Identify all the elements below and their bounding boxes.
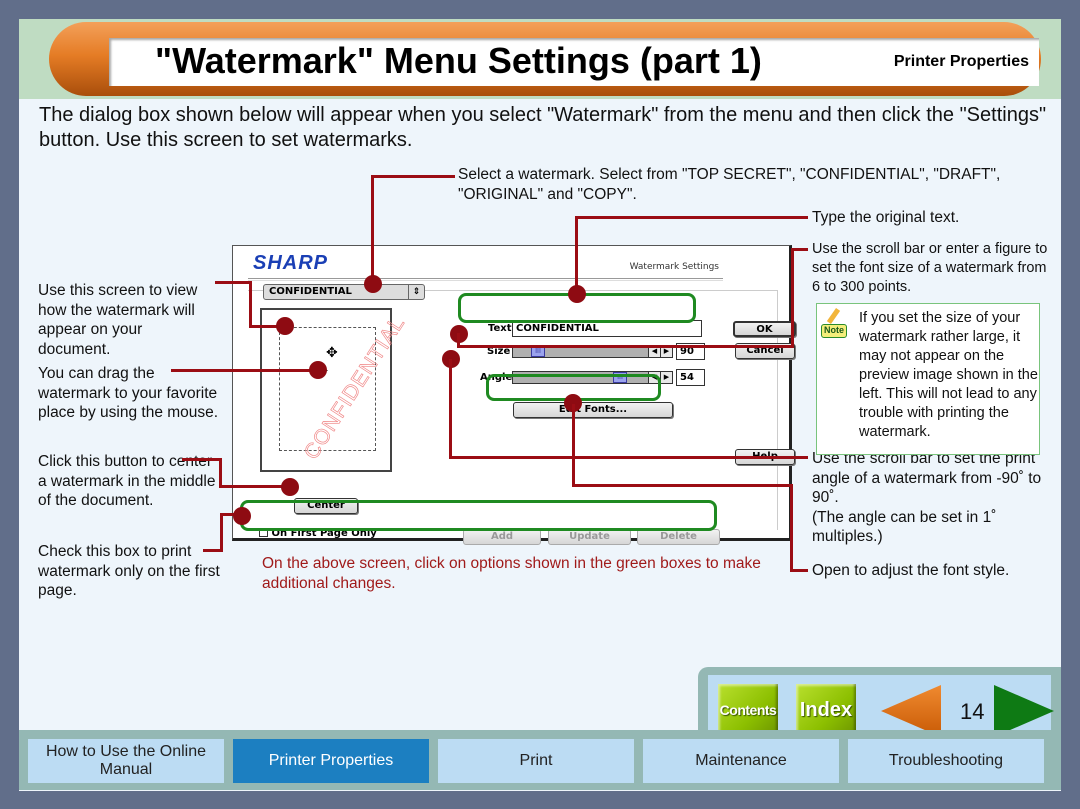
angle-input[interactable]: 54 (676, 369, 705, 386)
tab-printer-properties[interactable]: Printer Properties (233, 739, 429, 783)
callout-angle: Use the scroll bar to set the print angl… (812, 449, 1047, 547)
header-pill: "Watermark" Menu Settings (part 1) Print… (49, 22, 1041, 96)
callout-dot (233, 507, 251, 525)
contents-button[interactable]: Contents (718, 684, 778, 736)
leader-line (449, 359, 452, 459)
tab-how-to-use[interactable]: How to Use the Online Manual (28, 739, 224, 783)
section-label: Printer Properties (893, 53, 1029, 70)
leader-line (572, 404, 575, 486)
callout-edit-fonts: Open to adjust the font style. (812, 562, 1010, 579)
manual-page: "Watermark" Menu Settings (part 1) Print… (19, 19, 1061, 791)
page-number: 14 (960, 699, 985, 724)
leader-line (171, 369, 311, 372)
leader-line (790, 569, 808, 572)
leader-line (249, 325, 279, 328)
ok-button[interactable]: OK (733, 321, 796, 337)
leader-line (219, 485, 283, 488)
scroll-right-arrow-icon[interactable]: ▶ (660, 372, 672, 383)
dialog-title: Watermark Settings (629, 262, 719, 272)
tab-maintenance[interactable]: Maintenance (643, 739, 839, 783)
callout-dot (309, 361, 327, 379)
header-band: "Watermark" Menu Settings (part 1) Print… (19, 19, 1061, 99)
leader-line (457, 345, 794, 348)
callout-preview: Use this screen to view how the watermar… (38, 282, 198, 358)
leader-line (371, 175, 374, 285)
update-button[interactable]: Update (548, 529, 631, 545)
index-button[interactable]: Index (796, 684, 856, 736)
note-icon: Note (821, 324, 847, 338)
callout-dot (568, 285, 586, 303)
tab-troubleshooting[interactable]: Troubleshooting (848, 739, 1044, 783)
callout-type-text: Type the original text. (812, 209, 960, 226)
callout-dot (364, 275, 382, 293)
title-box: "Watermark" Menu Settings (part 1) Print… (109, 38, 1039, 86)
note-text: If you set the size of your watermark ra… (859, 310, 1038, 440)
callout-font-size: Use the scroll bar or enter a figure to … (812, 241, 1048, 295)
green-box-instruction: On the above screen, click on options sh… (262, 555, 761, 592)
leader-line (575, 216, 578, 294)
note-box: Note If you set the size of your waterma… (816, 303, 1040, 455)
leader-line (791, 248, 794, 348)
leader-line (215, 281, 251, 284)
leader-line (457, 333, 460, 347)
page-title: "Watermark" Menu Settings (part 1) (155, 40, 762, 81)
watermark-select-value: CONFIDENTIAL (269, 286, 352, 297)
leader-line (182, 458, 222, 461)
section-tabs: How to Use the Online Manual Printer Pro… (19, 730, 1061, 790)
watermark-select[interactable]: CONFIDENTIAL ⇕ (263, 284, 425, 300)
tab-print[interactable]: Print (438, 739, 634, 783)
page-navigation-inner: Contents Index 14 (708, 675, 1054, 737)
move-cursor-icon: ✥ (326, 344, 338, 360)
updown-arrow-icon: ⇕ (408, 285, 424, 299)
leader-line (220, 513, 223, 552)
intro-text: The dialog box shown below will appear w… (39, 104, 1047, 151)
pencil-icon (826, 308, 841, 324)
leader-line (449, 456, 808, 459)
callout-first-page: Check this box to print watermark only o… (38, 543, 220, 599)
leader-line (790, 484, 793, 572)
leader-line (219, 458, 222, 488)
delete-button[interactable]: Delete (637, 529, 720, 545)
callout-select-watermark: Select a watermark. Select from "TOP SEC… (458, 166, 1001, 203)
divider (248, 278, 723, 281)
callout-dot (276, 317, 294, 335)
callout-drag: You can drag the watermark to your favor… (38, 365, 219, 421)
sharp-logo: SHARP (253, 252, 329, 274)
green-box-bottom-row (240, 500, 717, 531)
leader-line (572, 484, 792, 487)
leader-line (371, 175, 455, 178)
angle-note: (The angle can be set in 1˚ multiples.) (812, 508, 997, 546)
leader-line (575, 216, 808, 219)
text-label: Text (488, 323, 512, 334)
callout-dot (281, 478, 299, 496)
add-button[interactable]: Add (463, 529, 541, 545)
page-navigation: Contents Index 14 (698, 667, 1061, 737)
edit-fonts-button[interactable]: Edit Fonts... (513, 402, 673, 418)
angle-text: Use the scroll bar to set the print angl… (812, 450, 1042, 506)
leader-line (249, 281, 252, 327)
